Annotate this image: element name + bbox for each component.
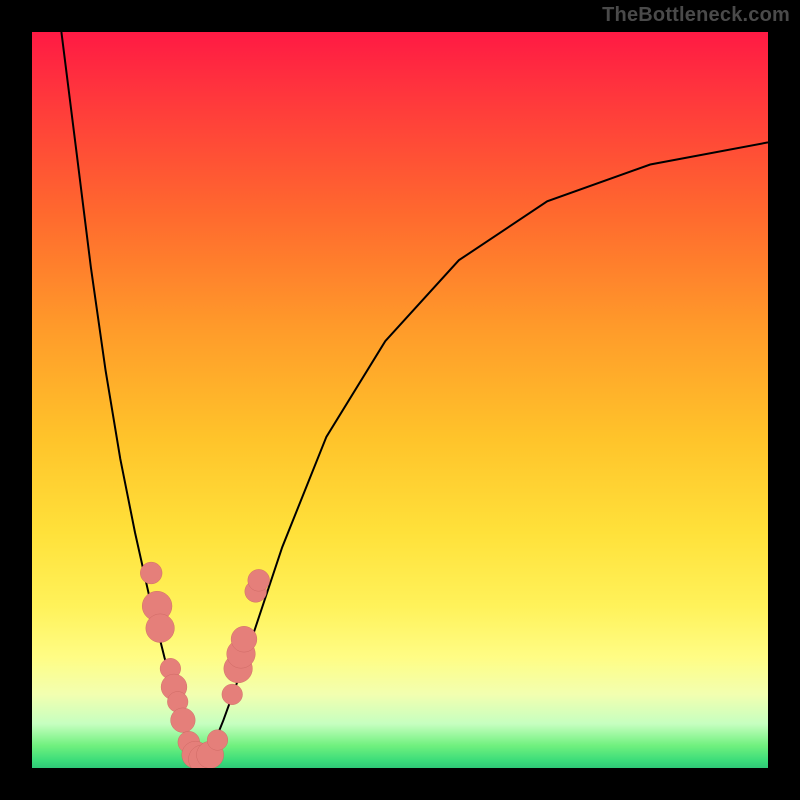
curve-layer	[61, 32, 768, 761]
chart-svg	[32, 32, 768, 768]
data-marker	[140, 562, 162, 584]
chart-frame: TheBottleneck.com	[0, 0, 800, 800]
plot-area	[32, 32, 768, 768]
data-marker	[248, 569, 270, 591]
marker-layer	[140, 562, 269, 768]
data-marker	[222, 684, 243, 705]
data-marker	[146, 614, 175, 643]
watermark-text: TheBottleneck.com	[602, 4, 790, 27]
data-marker	[171, 708, 196, 733]
data-marker	[231, 626, 257, 652]
bottleneck-curve	[61, 32, 768, 761]
data-marker	[207, 730, 228, 751]
